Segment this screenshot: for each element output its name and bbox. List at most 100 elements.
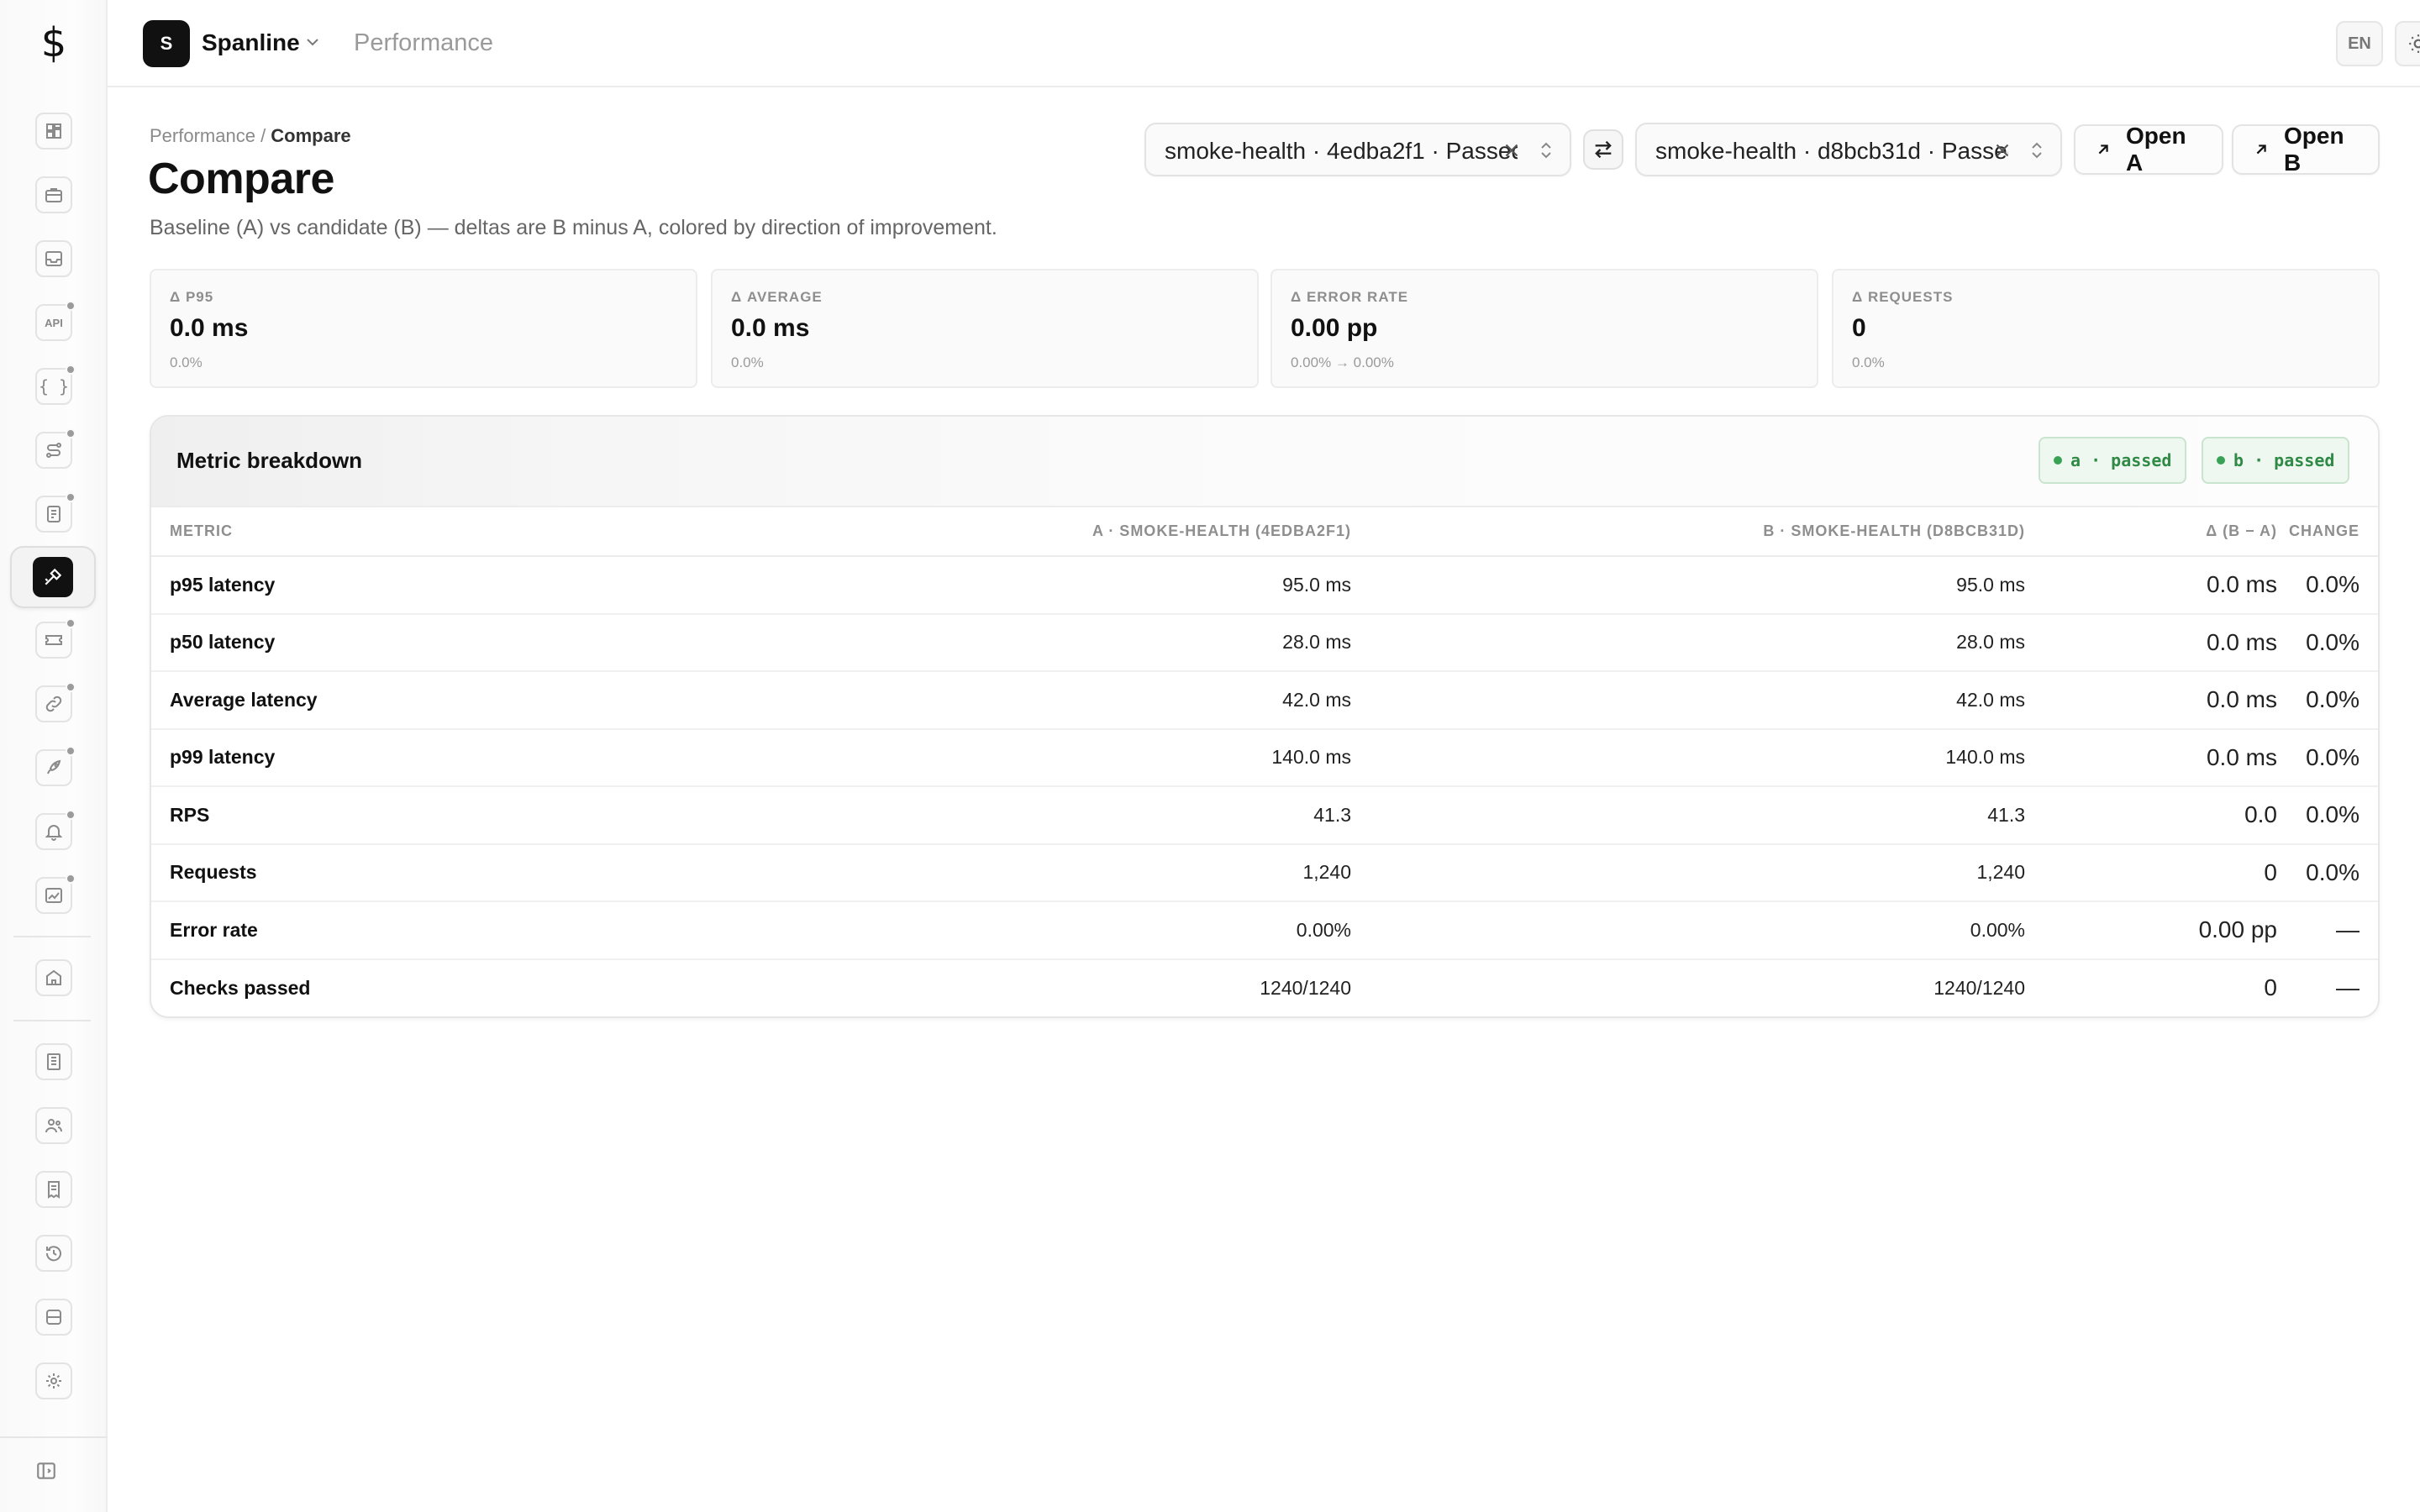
dollar-logo-icon: $ — [40, 19, 67, 66]
notification-dot — [66, 365, 76, 375]
column-header-metric[interactable]: Metric — [151, 507, 622, 557]
run-b-select[interactable]: smoke-health · d8bcb31d · Passed — [1635, 123, 2062, 176]
language-button[interactable]: EN — [2336, 21, 2383, 66]
sidebar-item-members[interactable] — [35, 1107, 72, 1144]
column-header-a[interactable]: A · smoke-health (4edba2f1) — [622, 507, 1351, 557]
status-badge-label: b · passed — [2233, 450, 2335, 470]
chevron-up-down-icon — [1536, 139, 1556, 161]
breadcrumb-current: Compare — [271, 125, 351, 146]
history-icon — [44, 1243, 64, 1263]
value-delta: 0.00 pp — [2025, 901, 2277, 960]
sidebar-collapse-button[interactable] — [34, 1458, 59, 1483]
status-dot — [2054, 456, 2062, 465]
sidebar-item-inbox[interactable] — [35, 240, 72, 277]
api-icon: API — [45, 316, 63, 329]
value-a: 41.3 — [622, 786, 1351, 845]
stat-subtext: 0.0% — [170, 354, 203, 370]
sidebar-item-settings[interactable] — [35, 1362, 72, 1399]
breadcrumb-parent[interactable]: Performance — [150, 125, 255, 146]
notification-dot — [66, 810, 76, 820]
sidebar-item-billing[interactable] — [35, 1171, 72, 1208]
arrow-up-right-icon — [2094, 140, 2112, 159]
value-b: 28.0 ms — [1351, 613, 2025, 672]
sidebar-item-deploys[interactable] — [35, 746, 76, 786]
open-b-button[interactable]: Open B — [2232, 123, 2380, 176]
ledger-icon — [44, 1052, 64, 1072]
column-header-delta[interactable]: Δ (B − A) — [2025, 507, 2277, 557]
run-a-select[interactable]: smoke-health · 4edba2f1 · Passed — [1144, 123, 1571, 176]
sidebar-item-storage[interactable] — [35, 1299, 72, 1336]
sidebar-item-history[interactable] — [35, 1235, 72, 1272]
sidebar-item-organization[interactable] — [35, 959, 72, 996]
value-a: 28.0 ms — [622, 613, 1351, 672]
metric-name: Checks passed — [170, 976, 311, 999]
notification-dot — [66, 618, 76, 628]
status-badge-a: a · passed — [2039, 437, 2187, 484]
value-change: — — [2277, 901, 2378, 960]
stat-value: 0.00 pp — [1291, 314, 1378, 342]
stat-value: 0.0 ms — [170, 314, 249, 342]
value-a: 1240/1240 — [1260, 976, 1351, 999]
sidebar-item-projects[interactable] — [35, 176, 72, 213]
column-header-b[interactable]: B · smoke-health (d8bcb31d) — [1351, 507, 2025, 557]
value-a: 0.00% — [622, 901, 1351, 960]
sidebar: $ API { } — [0, 0, 108, 1512]
sidebar-item-performance[interactable] — [10, 546, 96, 608]
value-b: 0.00% — [1351, 901, 2025, 960]
users-icon — [44, 1116, 64, 1136]
link-icon — [44, 694, 64, 714]
value-a: 42.0 ms — [622, 671, 1351, 730]
chevron-down-icon[interactable] — [302, 32, 323, 52]
sidebar-item-api[interactable]: API — [35, 301, 76, 341]
stat-card-p95: Δ P95 0.0 ms 0.0% — [150, 269, 697, 388]
open-a-button[interactable]: Open A — [2074, 123, 2223, 176]
settings-icon — [44, 1371, 64, 1391]
workspace-avatar[interactable]: S — [143, 20, 190, 67]
briefcase-icon — [44, 185, 64, 205]
stat-card-requests: Δ REQUESTS 0 0.0% — [1832, 269, 2380, 388]
sidebar-item-analytics[interactable] — [35, 874, 76, 914]
metric-name: Error rate — [151, 901, 622, 960]
swap-runs-button[interactable] — [1583, 129, 1623, 170]
table-row: p99 latency 140.0 ms 140.0 ms 0.0 ms 0.0… — [151, 728, 2378, 787]
close-icon[interactable] — [1501, 139, 1523, 161]
inbox-icon — [44, 249, 64, 269]
sidebar-item-schemas[interactable]: { } — [35, 365, 76, 405]
sidebar-divider — [13, 1020, 91, 1021]
column-header-change[interactable]: Change — [2277, 507, 2378, 557]
sidebar-item-tickets[interactable] — [35, 618, 76, 659]
stat-label: Δ REQUESTS — [1852, 289, 1954, 305]
theme-toggle-button[interactable] — [2395, 21, 2420, 66]
value-b: 41.3 — [1351, 786, 2025, 845]
app-logo[interactable]: $ — [0, 0, 108, 86]
stat-card-error-rate: Δ ERROR RATE 0.00 pp 0.00% → 0.00% — [1270, 269, 1818, 388]
metric-name: p99 latency — [151, 728, 622, 787]
sidebar-item-tests[interactable] — [35, 492, 76, 533]
status-badge-label: a · passed — [2070, 450, 2172, 470]
stat-subtext: 0.0% — [1852, 354, 1885, 370]
breadcrumb-separator: / — [255, 125, 271, 146]
value-change: 0.0% — [2277, 728, 2378, 787]
chevron-up-down-icon — [2027, 139, 2047, 161]
topbar: S Spanline Performance EN D — [108, 0, 2420, 87]
sidebar-item-dashboard[interactable] — [35, 113, 72, 150]
notification-dot — [66, 428, 76, 438]
value-a: 1,240 — [622, 843, 1351, 902]
sidebar-item-links[interactable] — [35, 682, 76, 722]
panel-title: Metric breakdown — [176, 448, 363, 473]
status-badge-b: b · passed — [2202, 437, 2350, 484]
panel-header: Metric breakdown a · passed b · passed — [151, 417, 2378, 507]
stat-value: 0 — [1852, 314, 1866, 342]
close-icon[interactable] — [1991, 139, 2013, 161]
value-delta: 0.0 ms — [2025, 671, 2277, 730]
sidebar-item-alerts[interactable] — [35, 810, 76, 850]
table-row: Requests 1,240 1,240 0 0.0% — [151, 843, 2378, 902]
workspace-name[interactable]: Spanline — [202, 29, 300, 57]
sidebar-item-ledger[interactable] — [35, 1043, 72, 1080]
metric-name: p95 latency — [151, 556, 622, 615]
sidebar-item-flows[interactable] — [35, 428, 76, 469]
value-change: 0.0% — [2277, 671, 2378, 730]
dashboard-icon — [44, 121, 64, 141]
value-delta: 0.0 ms — [2025, 613, 2277, 672]
table-row: Average latency 42.0 ms 42.0 ms 0.0 ms 0… — [151, 671, 2378, 730]
